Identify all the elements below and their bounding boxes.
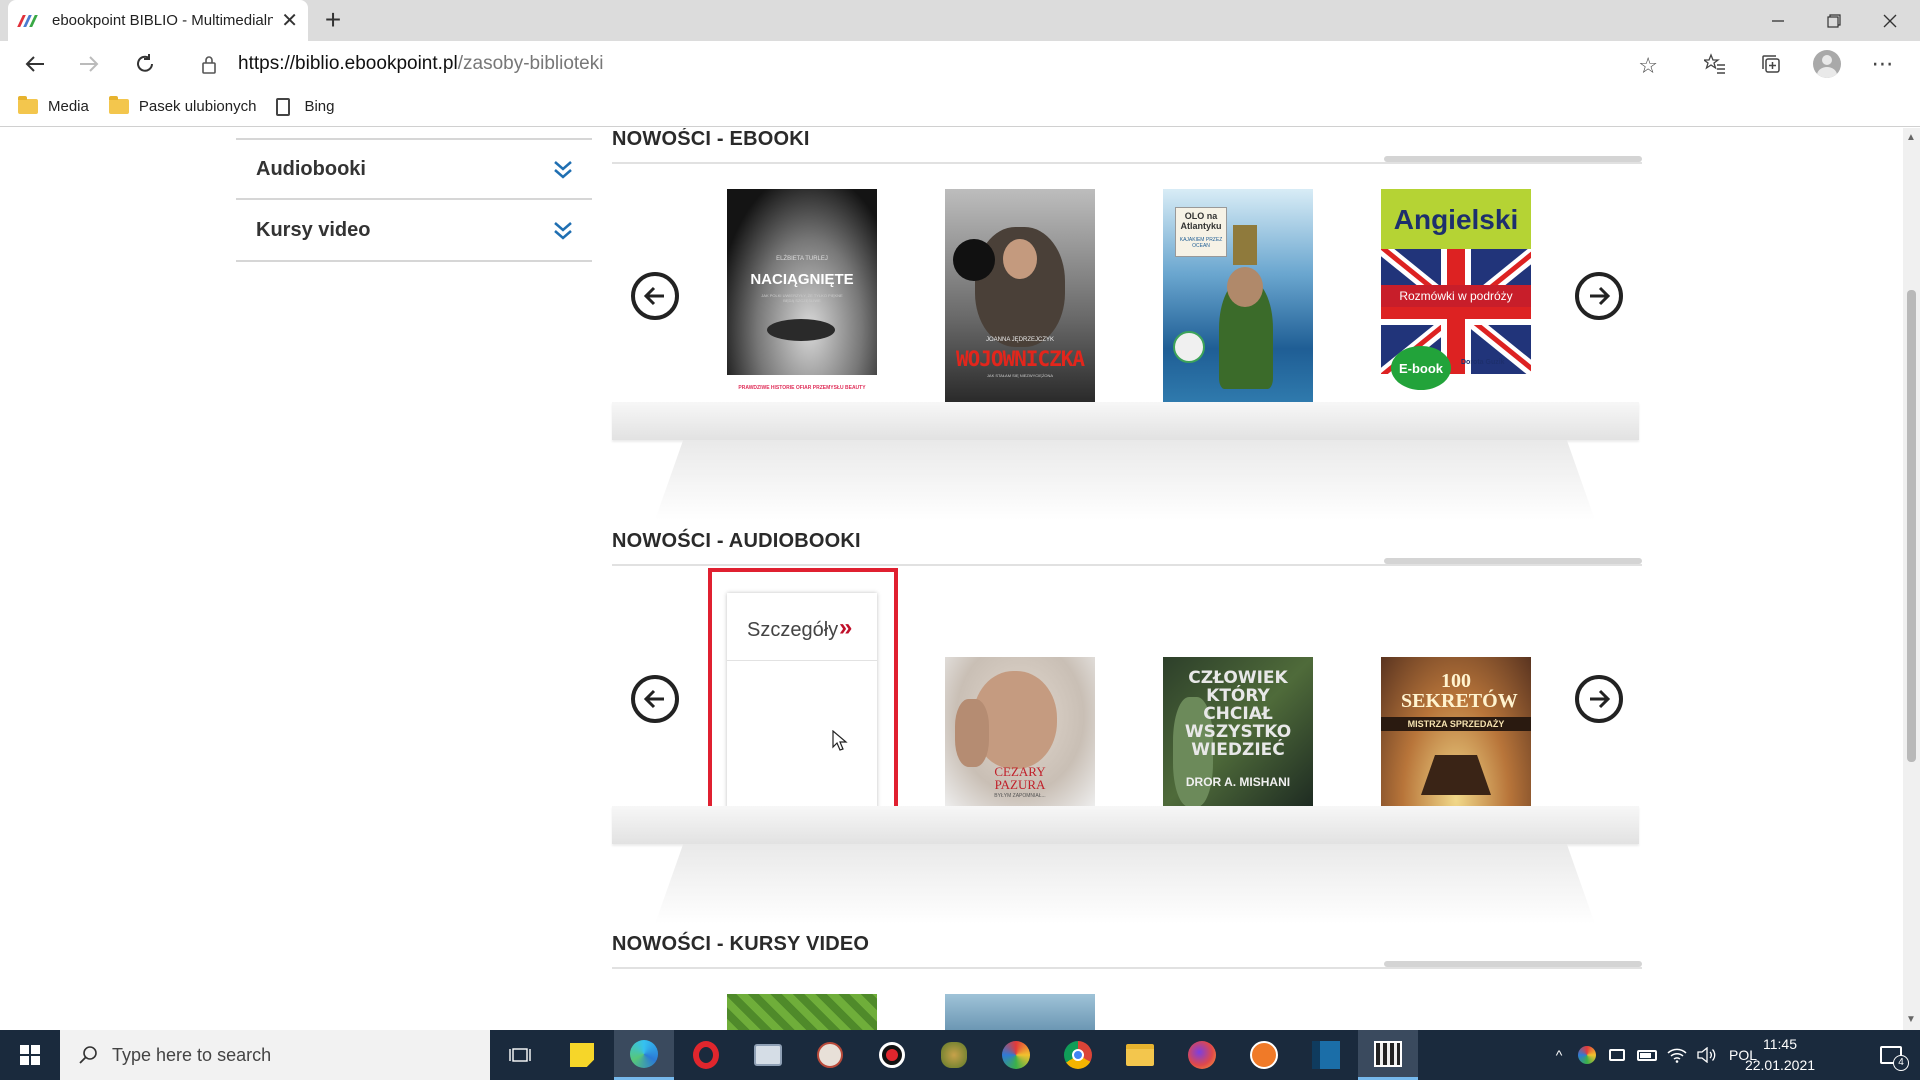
wifi-icon[interactable] [1662, 1047, 1692, 1063]
section-title-videos: NOWOŚCI - KURSY VIDEO [612, 933, 870, 955]
favorites-list-icon[interactable] [1700, 49, 1730, 79]
collections-icon[interactable] [1756, 49, 1786, 79]
tab-close-icon[interactable]: ✕ [281, 8, 298, 33]
profile-avatar[interactable] [1812, 49, 1842, 79]
task-view-icon[interactable] [490, 1030, 550, 1080]
search-icon [79, 1046, 97, 1064]
book-cover-naciagniete[interactable]: ELŻBIETA TURLEJ NACIĄGNIĘTE JAK POLKI UW… [727, 189, 877, 402]
chevron-down-icon[interactable] [552, 158, 574, 180]
favorite-star-icon[interactable]: ☆ [1638, 53, 1658, 79]
divider [1384, 558, 1642, 564]
divider [612, 967, 1642, 969]
notifications-icon[interactable]: 4 [1862, 1030, 1920, 1080]
bookshelf [612, 806, 1639, 844]
refresh-icon[interactable] [126, 45, 164, 83]
divider [612, 564, 1642, 566]
close-window-icon[interactable] [1862, 0, 1918, 41]
windows-start-icon[interactable] [0, 1030, 60, 1080]
sidebar-item-kursy-video[interactable]: Kursy video [236, 200, 592, 262]
browser-toolbar: https://biblio.ebookpoint.pl/zasoby-bibl… [0, 41, 1920, 87]
scrollbar-thumb[interactable] [1907, 290, 1916, 762]
edge-dev-icon[interactable] [986, 1030, 1046, 1080]
ebook-badge: E-book [1391, 346, 1451, 390]
minimize-icon[interactable] [1750, 0, 1806, 41]
app-icon[interactable] [1358, 1030, 1418, 1080]
carousel-next-arrow-icon[interactable] [1575, 675, 1623, 723]
file-explorer-icon[interactable] [1110, 1030, 1170, 1080]
record-icon[interactable] [862, 1030, 922, 1080]
app-icon[interactable] [738, 1030, 798, 1080]
book-cover-angielski[interactable]: Angielski Rozmówki w podróży E-book Doro… [1381, 189, 1531, 402]
shelf-shadow [655, 844, 1595, 924]
restore-icon[interactable] [1806, 0, 1862, 41]
lock-icon [202, 56, 216, 74]
chevron-down-icon[interactable] [552, 219, 574, 241]
sidebar-item-audiobooki[interactable]: Audiobooki [236, 138, 592, 200]
carousel-next-arrow-icon[interactable] [1575, 272, 1623, 320]
sticky-notes-icon[interactable] [552, 1030, 612, 1080]
windows-taskbar: Type here to search ^ POL 11:45 22.01.20… [0, 1030, 1920, 1080]
favorites-bar: Media Pasek ulubionych Bing [0, 87, 1920, 127]
system-tray: ^ POL [1546, 1030, 1764, 1080]
app-icon[interactable] [924, 1030, 984, 1080]
page-icon [276, 97, 291, 116]
battery-icon[interactable] [1632, 1049, 1662, 1061]
book-cover-olo-na-atlantyku[interactable]: OLO na Atlantyku KAJAKIEM PRZEZ OCEAN [1163, 189, 1313, 402]
browser-tab[interactable]: ebookpoint BIBLIO - Multimedialny ✕ [8, 0, 308, 41]
tab-title: ebookpoint BIBLIO - Multimedialny [52, 12, 274, 29]
mouse-cursor-icon [832, 730, 848, 751]
folder-icon [108, 96, 129, 114]
audiobook-cover-100-sekretow[interactable]: 100 SEKRETÓW MISTRZA SPRZEDAŻY [1381, 657, 1531, 807]
favorite-bing[interactable]: Bing [276, 97, 334, 116]
url-text: https://biblio.ebookpoint.pl/zasoby-bibl… [238, 53, 604, 74]
back-icon[interactable] [16, 45, 54, 83]
page-viewport: Audiobooki Kursy video NOWOŚCI - EBOOKI … [0, 128, 1903, 1030]
app-icon[interactable] [1296, 1030, 1356, 1080]
firefox-icon[interactable] [1172, 1030, 1232, 1080]
edge-tray-icon[interactable] [1572, 1046, 1602, 1064]
highlight-box [708, 568, 898, 830]
camera-icon[interactable] [1602, 1049, 1632, 1061]
app-icon[interactable] [1234, 1030, 1294, 1080]
tab-bar: ebookpoint BIBLIO - Multimedialny ✕ + [0, 0, 1920, 41]
carousel-prev-arrow-icon[interactable] [631, 675, 679, 723]
shelf-shadow [655, 440, 1595, 520]
bookshelf [612, 402, 1639, 440]
chevron-up-icon[interactable]: ^ [1546, 1047, 1572, 1063]
scroll-down-icon[interactable]: ▼ [1906, 1014, 1916, 1025]
app-icon[interactable] [800, 1030, 860, 1080]
folder-icon [18, 96, 38, 114]
favorite-pasek-ulubionych[interactable]: Pasek ulubionych [108, 96, 256, 115]
section-title-ebooks: NOWOŚCI - EBOOKI [612, 128, 810, 150]
volume-icon[interactable] [1692, 1047, 1722, 1063]
new-tab-button[interactable]: + [318, 4, 348, 36]
edge-browser-icon[interactable] [614, 1030, 674, 1080]
site-favicon-icon [17, 14, 38, 28]
favorite-media[interactable]: Media [18, 96, 89, 115]
video-course-cover[interactable] [945, 994, 1095, 1030]
video-course-cover[interactable] [727, 994, 877, 1030]
book-cover-wojowniczka[interactable]: JOANNA JĘDRZEJCZYK WOJOWNICZKA JAK STAŁA… [945, 189, 1095, 402]
category-sidebar: Audiobooki Kursy video [236, 128, 592, 262]
opera-icon[interactable] [676, 1030, 736, 1080]
chrome-icon[interactable] [1048, 1030, 1108, 1080]
divider [1384, 961, 1642, 967]
divider [1384, 156, 1642, 162]
audiobook-cover-cezary-pazura[interactable]: CEZARY PAZURA BYŁYM ZAPOMNIAŁ... [945, 657, 1095, 807]
page-scrollbar[interactable]: ▲ ▼ [1903, 128, 1920, 1030]
more-menu-icon[interactable]: ⋯ [1868, 49, 1898, 79]
scroll-up-icon[interactable]: ▲ [1906, 132, 1916, 143]
carousel-prev-arrow-icon[interactable] [631, 272, 679, 320]
divider [612, 162, 1642, 164]
taskbar-search-box[interactable]: Type here to search [60, 1030, 490, 1080]
forward-icon[interactable] [70, 45, 108, 83]
clock[interactable]: 11:45 22.01.2021 [1738, 1034, 1822, 1076]
address-bar[interactable]: https://biblio.ebookpoint.pl/zasoby-bibl… [180, 45, 1680, 83]
section-title-audiobooks: NOWOŚCI - AUDIOBOOKI [612, 530, 861, 552]
audiobook-cover-czlowiek[interactable]: CZŁOWIEK KTÓRY CHCIAŁ WSZYSTKO WIEDZIEĆ … [1163, 657, 1313, 807]
